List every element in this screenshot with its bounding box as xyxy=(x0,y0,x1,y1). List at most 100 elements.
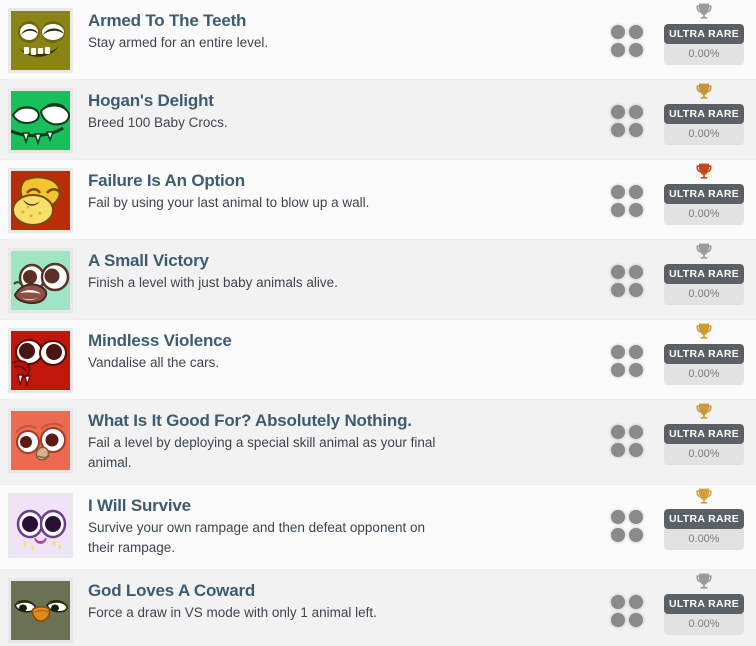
progress-dot xyxy=(629,25,643,39)
achievement-title[interactable]: Mindless Violence xyxy=(88,330,596,351)
achievement-description: Survive your own rampage and then defeat… xyxy=(88,520,425,555)
progress-dot xyxy=(629,443,643,457)
achievement-description: Breed 100 Baby Crocs. xyxy=(88,115,228,130)
avatar-hogans-delight xyxy=(11,91,70,150)
dots-grid xyxy=(611,185,643,217)
achievement-progress-dots xyxy=(596,570,658,627)
progress-dot xyxy=(629,185,643,199)
progress-dot xyxy=(629,528,643,542)
progress-dot xyxy=(629,203,643,217)
avatar-i-will-survive xyxy=(11,496,70,555)
achievement-icon-cell xyxy=(0,485,73,558)
achievement-row[interactable]: Mindless Violence Vandalise all the cars.… xyxy=(0,320,756,400)
achievement-text-cell: God Loves A Coward Force a draw in VS mod… xyxy=(73,570,596,623)
achievement-row[interactable]: Armed To The Teeth Stay armed for an enti… xyxy=(0,0,756,80)
rarity-badge[interactable]: ULTRA RARE 0.00% xyxy=(664,104,744,145)
achievement-progress-dots xyxy=(596,400,658,457)
rarity-label: ULTRA RARE xyxy=(664,424,744,444)
trophy-icon xyxy=(694,487,714,507)
achievement-description: Finish a level with just baby animals al… xyxy=(88,275,338,290)
dots-grid xyxy=(611,25,643,57)
achievement-icon-frame xyxy=(8,493,73,558)
progress-dot xyxy=(629,123,643,137)
progress-dot xyxy=(611,528,625,542)
rarity-percent: 0.00% xyxy=(688,448,720,460)
achievement-progress-dots xyxy=(596,485,658,542)
rarity-label: ULTRA RARE xyxy=(664,24,744,44)
achievement-title[interactable]: God Loves A Coward xyxy=(88,580,596,601)
rarity-badge[interactable]: ULTRA RARE 0.00% xyxy=(664,184,744,225)
progress-dot xyxy=(611,123,625,137)
rarity-badge[interactable]: ULTRA RARE 0.00% xyxy=(664,344,744,385)
achievement-rarity-cell: ULTRA RARE 0.00% xyxy=(658,320,756,385)
achievement-row[interactable]: A Small Victory Finish a level with just … xyxy=(0,240,756,320)
achievement-text-cell: What Is It Good For? Absolutely Nothing.… xyxy=(73,400,596,473)
rarity-percent: 0.00% xyxy=(688,288,720,300)
rarity-badge[interactable]: ULTRA RARE 0.00% xyxy=(664,594,744,635)
achievement-row[interactable]: I Will Survive Survive your own rampage a… xyxy=(0,485,756,570)
achievement-row[interactable]: Failure Is An Option Fail by using your l… xyxy=(0,160,756,240)
progress-dot xyxy=(629,283,643,297)
achievement-title[interactable]: A Small Victory xyxy=(88,250,596,271)
achievement-title[interactable]: I Will Survive xyxy=(88,495,596,516)
achievement-icon-frame xyxy=(8,88,73,153)
progress-dot xyxy=(611,363,625,377)
dots-grid xyxy=(611,265,643,297)
achievement-progress-dots xyxy=(596,0,658,57)
avatar-failure-is-an-option xyxy=(11,171,70,230)
rarity-badge[interactable]: ULTRA RARE 0.00% xyxy=(664,264,744,305)
trophy-icon xyxy=(694,322,714,342)
achievement-progress-dots xyxy=(596,240,658,297)
achievement-rarity-cell: ULTRA RARE 0.00% xyxy=(658,80,756,145)
achievement-text-cell: Mindless Violence Vandalise all the cars. xyxy=(73,320,596,373)
achievement-rarity-cell: ULTRA RARE 0.00% xyxy=(658,570,756,635)
avatar-a-small-victory xyxy=(11,251,70,310)
dots-grid xyxy=(611,595,643,627)
dots-grid xyxy=(611,345,643,377)
avatar-god-loves-a-coward xyxy=(11,581,70,640)
dots-grid xyxy=(611,510,643,542)
achievement-icon-cell xyxy=(0,160,73,233)
achievement-text-cell: Failure Is An Option Fail by using your l… xyxy=(73,160,596,213)
achievement-description: Fail by using your last animal to blow u… xyxy=(88,195,370,210)
rarity-label: ULTRA RARE xyxy=(664,264,744,284)
achievement-title[interactable]: Armed To The Teeth xyxy=(88,10,596,31)
achievement-text-cell: A Small Victory Finish a level with just … xyxy=(73,240,596,293)
achievement-rarity-cell: ULTRA RARE 0.00% xyxy=(658,0,756,65)
achievement-icon-cell xyxy=(0,570,73,643)
achievement-description: Vandalise all the cars. xyxy=(88,355,220,370)
avatar-armed-to-the-teeth xyxy=(11,11,70,70)
trophy-icon xyxy=(694,242,714,262)
achievement-progress-dots xyxy=(596,160,658,217)
progress-dot xyxy=(611,425,625,439)
progress-dot xyxy=(611,265,625,279)
progress-dot xyxy=(611,443,625,457)
achievement-icon-cell xyxy=(0,0,73,73)
trophy-icon xyxy=(694,82,714,102)
achievement-rarity-cell: ULTRA RARE 0.00% xyxy=(658,485,756,550)
progress-dot xyxy=(629,595,643,609)
achievement-text-cell: Armed To The Teeth Stay armed for an enti… xyxy=(73,0,596,53)
achievement-icon-cell xyxy=(0,400,73,473)
progress-dot xyxy=(611,203,625,217)
achievement-title[interactable]: What Is It Good For? Absolutely Nothing. xyxy=(88,410,596,431)
achievement-title[interactable]: Failure Is An Option xyxy=(88,170,596,191)
trophy-icon xyxy=(694,572,714,592)
achievement-icon-frame xyxy=(8,168,73,233)
rarity-percent: 0.00% xyxy=(688,618,720,630)
rarity-badge[interactable]: ULTRA RARE 0.00% xyxy=(664,509,744,550)
rarity-badge[interactable]: ULTRA RARE 0.00% xyxy=(664,24,744,65)
progress-dot xyxy=(611,613,625,627)
achievement-row[interactable]: Hogan's Delight Breed 100 Baby Crocs. ULTR… xyxy=(0,80,756,160)
rarity-percent: 0.00% xyxy=(688,48,720,60)
achievement-row[interactable]: God Loves A Coward Force a draw in VS mod… xyxy=(0,570,756,646)
progress-dot xyxy=(629,363,643,377)
progress-dot xyxy=(611,510,625,524)
rarity-badge[interactable]: ULTRA RARE 0.00% xyxy=(664,424,744,465)
achievement-description: Force a draw in VS mode with only 1 anim… xyxy=(88,605,377,620)
rarity-label: ULTRA RARE xyxy=(664,594,744,614)
achievement-row[interactable]: What Is It Good For? Absolutely Nothing.… xyxy=(0,400,756,485)
achievement-icon-cell xyxy=(0,320,73,393)
achievement-title[interactable]: Hogan's Delight xyxy=(88,90,596,111)
avatar-what-is-it-good-for xyxy=(11,411,70,470)
